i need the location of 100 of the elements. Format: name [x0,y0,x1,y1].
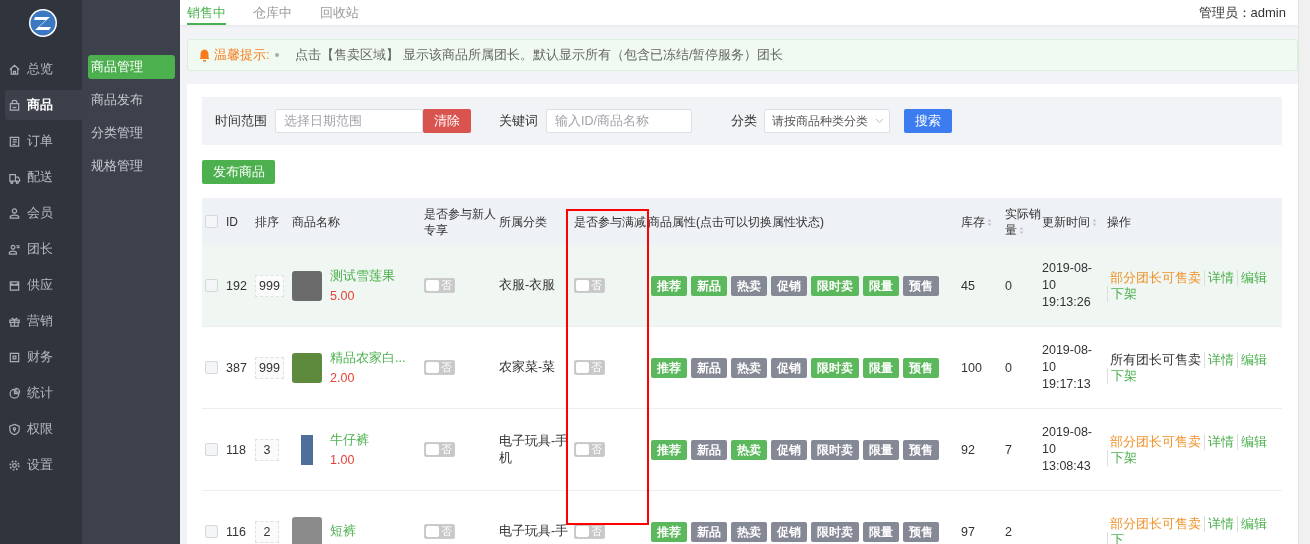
attribute-tag[interactable]: 新品 [691,275,727,296]
tab[interactable]: 销售中 [187,0,226,25]
column-header[interactable]: 更新时间 [1042,213,1097,230]
product-name-link[interactable]: 短裤 [330,523,356,540]
attribute-tag[interactable]: 促销 [771,357,807,378]
action-link[interactable]: 编辑 [1237,515,1270,532]
attribute-tag[interactable]: 限时卖 [811,521,859,542]
nav-item[interactable]: 财务 [5,342,82,372]
sale-scope-link[interactable]: 部分团长可售卖 [1107,269,1204,286]
attribute-tag[interactable]: 限量 [863,439,899,460]
attribute-tag[interactable]: 限量 [863,357,899,378]
attribute-tag[interactable]: 新品 [691,357,727,378]
caret-icon [875,118,884,124]
subnav-item[interactable]: 分类管理 [88,121,175,145]
attribute-tag[interactable]: 促销 [771,521,807,542]
table-cell: 2 [1005,524,1012,539]
clear-button[interactable]: 清除 [423,109,471,133]
attribute-tag[interactable]: 预售 [903,357,939,378]
notice-title: 温馨提示: [214,46,270,64]
field-label: 关键词 [499,112,538,130]
nav-item[interactable]: 设置 [5,450,82,480]
attribute-tag[interactable]: 推荐 [651,275,687,296]
attribute-tag[interactable]: 推荐 [651,357,687,378]
notice-text: 点击【售卖区域】 显示该商品所属团长。默认显示所有（包含已冻结/暂停服务）团长 [295,46,784,64]
column-header: 排序 [255,213,279,230]
product-name-link[interactable]: 精品农家白... [330,350,406,367]
sort-order-field[interactable]: 2 [255,520,279,543]
action-link[interactable]: 下架 [1107,285,1137,302]
attribute-tag[interactable]: 限时卖 [811,357,859,378]
nav-item[interactable]: 商品 [5,90,82,120]
search-button[interactable]: 搜索 [904,109,952,133]
select-all-checkbox[interactable] [205,215,218,228]
wallet-icon [8,350,21,364]
photo-placeholder [292,352,322,383]
row-checkbox[interactable] [205,279,218,292]
row-checkbox[interactable] [205,443,218,456]
attribute-tag[interactable]: 限量 [863,275,899,296]
attribute-tag[interactable]: 推荐 [651,439,687,460]
action-link[interactable]: 下架 [1107,367,1137,384]
attribute-tag[interactable]: 新品 [691,439,727,460]
nav-item[interactable]: 权限 [5,414,82,444]
attribute-tag[interactable]: 预售 [903,275,939,296]
action-link[interactable]: 详情 [1204,515,1237,532]
sale-scope-link[interactable]: 所有团长可售卖 [1107,351,1204,368]
attribute-tag[interactable]: 热卖 [731,357,767,378]
nav-item[interactable]: 会员 [5,198,82,228]
attribute-tag[interactable]: 促销 [771,439,807,460]
sort-icon [1019,225,1024,235]
attribute-tag[interactable]: 新品 [691,521,727,542]
row-checkbox[interactable] [205,525,218,538]
column-header: 操作 [1107,213,1131,230]
action-link[interactable]: 编辑 [1237,269,1270,286]
user-list-icon [8,242,21,256]
tab[interactable]: 回收站 [320,0,373,25]
attribute-tag[interactable]: 推荐 [651,521,687,542]
publish-button[interactable]: 发布商品 [202,160,275,184]
sort-order-field[interactable]: 999 [255,274,284,297]
table-cell: 192 [226,278,247,293]
settings-icon [8,458,21,472]
action-link[interactable]: 详情 [1204,351,1237,368]
keyword-field[interactable]: 输入ID/商品名称 [546,109,692,133]
date-range-field[interactable]: 选择日期范围 [275,109,423,133]
action-link[interactable]: 详情 [1204,269,1237,286]
column-header[interactable]: 库存 [961,213,992,230]
action-link[interactable]: 编辑 [1237,433,1270,450]
attribute-tag[interactable]: 限时卖 [811,439,859,460]
category-select[interactable]: 请按商品种类分类 [764,109,890,133]
attribute-tag[interactable]: 热卖 [731,521,767,542]
sale-scope-link[interactable]: 部分团长可售卖 [1107,515,1204,532]
subnav-item[interactable]: 商品发布 [88,88,175,112]
nav-item[interactable]: 供应 [5,270,82,300]
sort-order-field[interactable]: 3 [255,438,279,461]
tab[interactable]: 仓库中 [253,0,306,25]
action-link[interactable]: 详情 [1204,433,1237,450]
action-link[interactable]: 编辑 [1237,351,1270,368]
attribute-tag[interactable]: 热卖 [731,275,767,296]
nav-item[interactable]: 总览 [5,54,82,84]
nav-item[interactable]: 营销 [5,306,82,336]
scrollbar[interactable] [1298,0,1310,544]
nav-item[interactable]: 统计 [5,378,82,408]
column-header[interactable]: 实际销量 [1005,205,1042,238]
attribute-tag[interactable]: 限量 [863,521,899,542]
nav-item[interactable]: 团长 [5,234,82,264]
attribute-tag[interactable]: 热卖 [731,439,767,460]
attribute-tag[interactable]: 预售 [903,439,939,460]
subnav-item[interactable]: 规格管理 [88,154,175,178]
bag-icon [8,98,21,112]
subnav-item[interactable]: 商品管理 [88,55,175,79]
sale-scope-link[interactable]: 部分团长可售卖 [1107,433,1204,450]
shield-icon [8,422,21,436]
row-checkbox[interactable] [205,361,218,374]
sort-order-field[interactable]: 999 [255,356,284,379]
attribute-tag[interactable]: 限时卖 [811,275,859,296]
attribute-tag[interactable]: 促销 [771,275,807,296]
product-name-link[interactable]: 牛仔裤 [330,432,369,449]
nav-item[interactable]: 配送 [5,162,82,192]
nav-item[interactable]: 订单 [5,126,82,156]
attribute-tag[interactable]: 预售 [903,521,939,542]
product-name-link[interactable]: 测试雪莲果 [330,268,395,285]
action-link[interactable]: 下架 [1107,449,1137,466]
